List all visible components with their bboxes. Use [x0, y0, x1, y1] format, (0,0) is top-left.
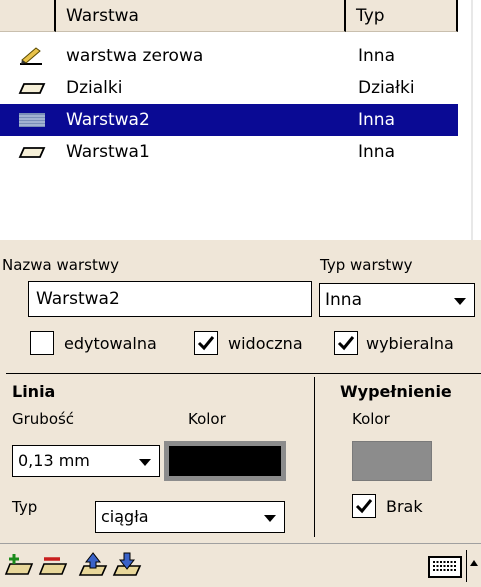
chevron-down-icon — [264, 515, 276, 522]
move-layer-up-icon[interactable] — [78, 552, 108, 578]
fill-heading: Wypełnienie — [340, 382, 452, 401]
layer-name: Warstwa2 — [66, 110, 150, 130]
layer-plane-icon — [18, 147, 46, 158]
line-color-swatch — [169, 446, 281, 476]
layer-plane-icon — [18, 83, 46, 94]
layer-type-label: Typ warstwy — [320, 256, 413, 274]
check-icon — [337, 336, 355, 351]
add-layer-icon[interactable] — [4, 552, 34, 578]
check-icon — [197, 336, 215, 351]
line-type-select[interactable]: ciągła — [95, 501, 285, 533]
layer-type-value: Inna — [325, 290, 362, 310]
layer-name-label: Nazwa warstwy — [2, 256, 119, 274]
thickness-select[interactable]: 0,13 mm — [12, 445, 160, 477]
visible-label: widoczna — [228, 334, 303, 353]
bottom-toolbar — [0, 543, 481, 587]
check-icon — [355, 499, 373, 514]
visible-checkbox[interactable] — [194, 331, 218, 355]
pencil-layer-icon — [20, 47, 42, 65]
line-heading: Linia — [12, 382, 56, 401]
layer-type: Inna — [358, 142, 395, 162]
move-layer-down-icon[interactable] — [112, 552, 142, 578]
layer-hatched-icon — [19, 113, 45, 127]
layer-row-selected[interactable]: Warstwa2 Inna — [0, 104, 458, 136]
layer-type-select[interactable]: Inna — [319, 283, 475, 317]
group-divider — [314, 377, 315, 537]
chevron-down-icon — [139, 459, 151, 466]
line-type-value: ciągła — [101, 507, 149, 526]
layer-row[interactable]: warstwa zerowa Inna — [0, 40, 458, 72]
remove-layer-icon[interactable] — [38, 552, 68, 578]
layer-type: Inna — [358, 46, 395, 66]
editable-label: edytowalna — [64, 334, 157, 353]
column-header-type[interactable]: Typ — [346, 0, 458, 32]
layer-name-input[interactable]: Warstwa2 — [28, 281, 312, 317]
line-type-label: Typ — [12, 498, 38, 516]
fill-color-button[interactable] — [352, 441, 432, 481]
selectable-label: wybieralna — [366, 334, 454, 353]
layer-name: Dzialki — [66, 78, 123, 98]
selectable-checkbox[interactable] — [334, 331, 358, 355]
toolbar-separator — [466, 550, 467, 582]
thickness-value: 0,13 mm — [18, 451, 90, 470]
line-color-label: Kolor — [188, 410, 226, 428]
column-header-icon[interactable] — [0, 0, 56, 32]
keyboard-icon[interactable] — [428, 556, 462, 578]
chevron-down-icon — [454, 298, 466, 305]
layer-name: Warstwa1 — [66, 142, 150, 162]
column-header-name[interactable]: Warstwa — [56, 0, 346, 32]
layer-name: warstwa zerowa — [66, 46, 204, 66]
layer-list: Warstwa Typ warstwa zerowa Inna Dzialki … — [0, 0, 473, 240]
layer-row[interactable]: Dzialki Działki — [0, 72, 458, 104]
line-color-button[interactable] — [164, 441, 286, 481]
layer-type: Działki — [358, 78, 415, 98]
no-fill-label: Brak — [386, 497, 423, 516]
layer-row[interactable]: Warstwa1 Inna — [0, 136, 458, 168]
layer-type: Inna — [358, 110, 395, 130]
fill-color-label: Kolor — [352, 410, 390, 428]
editable-checkbox[interactable] — [30, 331, 54, 355]
no-fill-checkbox[interactable] — [352, 494, 376, 518]
triangle-up-icon[interactable] — [469, 558, 479, 568]
thickness-label: Grubość — [12, 410, 75, 428]
